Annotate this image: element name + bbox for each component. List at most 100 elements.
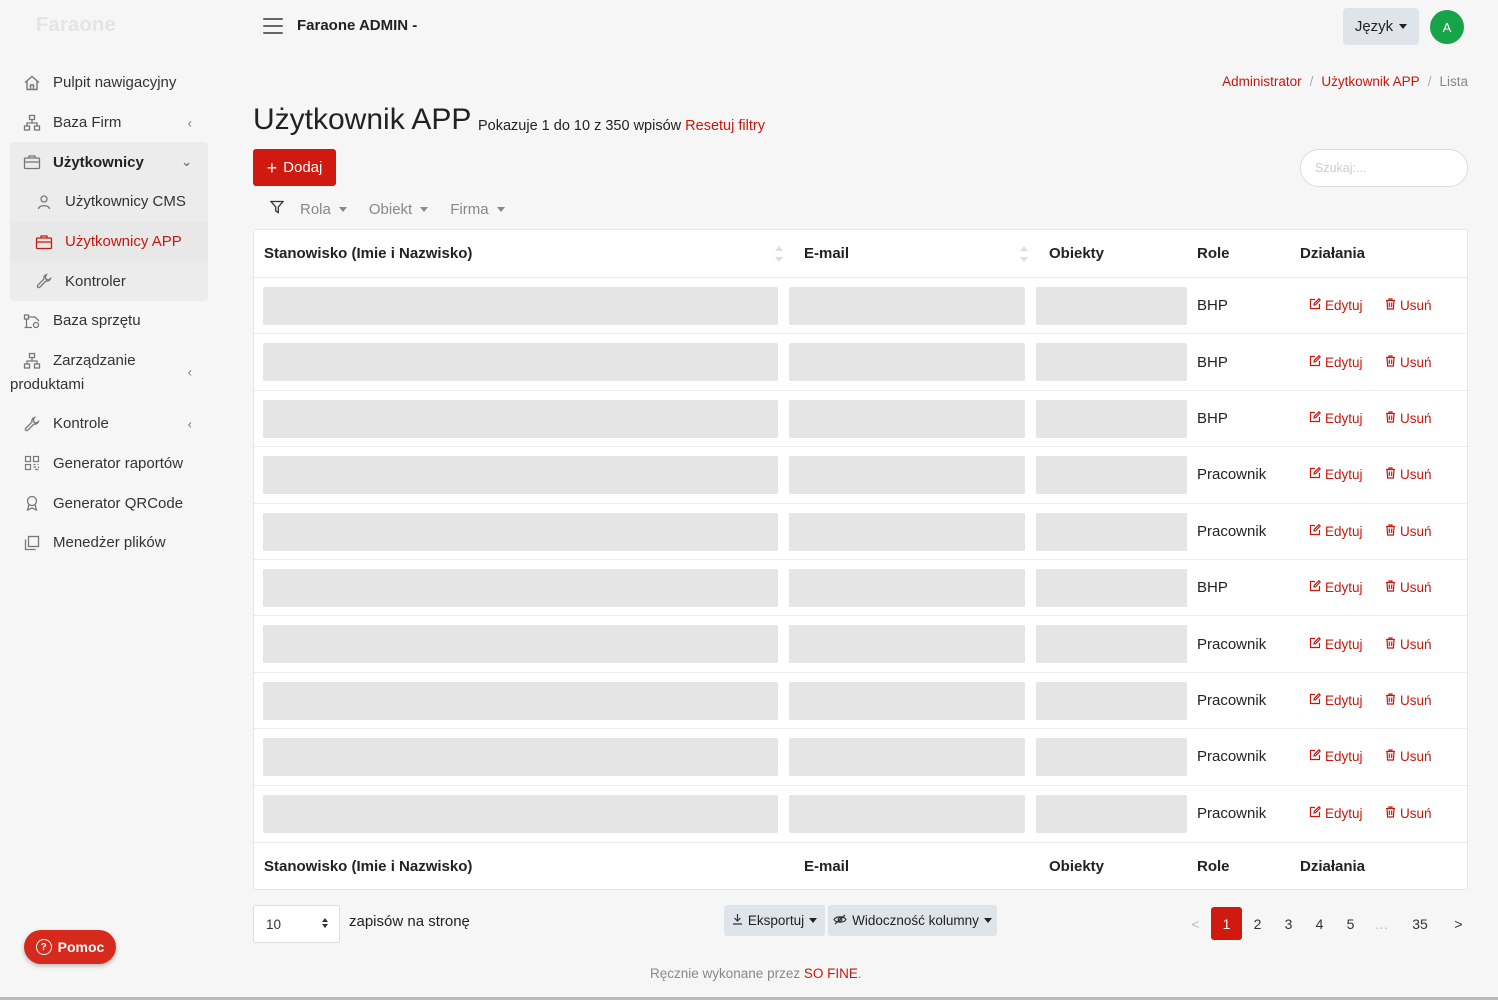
cell-objects-placeholder xyxy=(1036,568,1187,607)
column-header-roles: Role xyxy=(1197,245,1230,262)
table-footer: Stanowisko (Imie i Nazwisko) E-mail Obie… xyxy=(254,841,1467,890)
column-header-position[interactable]: Stanowisko (Imie i Nazwisko) xyxy=(264,230,472,277)
sidebar-item-files[interactable]: Menedżer plików xyxy=(10,523,208,563)
sidebar-item-equipment[interactable]: Baza sprzętu xyxy=(10,301,208,341)
cell-email-placeholder xyxy=(789,343,1025,382)
delete-label: Usuń xyxy=(1400,410,1432,426)
table-row: BHP Edytuj Usuń xyxy=(254,334,1467,391)
breadcrumb-separator: / xyxy=(1309,74,1314,89)
delete-label: Usuń xyxy=(1400,749,1432,765)
table-row: Pracownik Edytuj Usuń xyxy=(254,616,1467,673)
edit-icon xyxy=(1309,692,1322,708)
reset-filters-link[interactable]: Resetuj filtry xyxy=(685,118,765,134)
table-row: BHP Edytuj Usuń xyxy=(254,560,1467,617)
add-button[interactable]: + Dodaj xyxy=(253,149,336,186)
search-input[interactable] xyxy=(1300,149,1468,187)
caret-down-icon xyxy=(496,206,505,212)
trash-icon xyxy=(1385,467,1396,482)
sidebar-item-controller[interactable]: Kontroler xyxy=(10,261,208,301)
column-visibility-button[interactable]: Widoczność kolumny xyxy=(828,905,997,936)
filter-label: Firma xyxy=(450,200,489,218)
sidebar-item-controls[interactable]: Kontrole ‹ xyxy=(10,404,208,444)
column-header-objects: Obiekty xyxy=(1049,245,1105,262)
filter-company-dropdown[interactable]: Firma xyxy=(450,200,505,218)
per-page-select[interactable]: 10 xyxy=(253,905,340,943)
breadcrumb-item-user-app[interactable]: Użytkownik APP xyxy=(1321,74,1419,89)
delete-label: Usuń xyxy=(1400,298,1432,314)
cell-role: Pracownik xyxy=(1197,466,1267,484)
wrench-icon xyxy=(22,414,42,434)
edit-link[interactable]: Edytuj xyxy=(1309,616,1363,671)
pagination-page-4[interactable]: 4 xyxy=(1304,907,1335,940)
column-visibility-label: Widoczność kolumny xyxy=(852,913,979,928)
sidebar-item-dashboard[interactable]: Pulpit nawigacyjny xyxy=(10,63,208,103)
cell-email-placeholder xyxy=(789,512,1025,551)
sort-icon[interactable] xyxy=(1019,246,1029,262)
pagination-page-3[interactable]: 3 xyxy=(1273,907,1304,940)
cell-role: BHP xyxy=(1197,353,1228,371)
help-button[interactable]: ? Pomoc xyxy=(24,930,116,964)
edit-link[interactable]: Edytuj xyxy=(1309,278,1363,333)
delete-link[interactable]: Usuń xyxy=(1385,729,1432,784)
sidebar-item-companies[interactable]: Baza Firm ‹ xyxy=(10,103,208,143)
delete-label: Usuń xyxy=(1400,636,1432,652)
avatar[interactable]: A xyxy=(1430,10,1464,44)
edit-link[interactable]: Edytuj xyxy=(1309,504,1363,559)
delete-link[interactable]: Usuń xyxy=(1385,616,1432,671)
cell-role: BHP xyxy=(1197,409,1228,427)
footer-link[interactable]: SO FINE xyxy=(804,966,858,981)
delete-link[interactable]: Usuń xyxy=(1385,334,1432,389)
delete-link[interactable]: Usuń xyxy=(1385,560,1432,615)
delete-link[interactable]: Usuń xyxy=(1385,391,1432,446)
brand-logo[interactable]: Faraone xyxy=(36,14,116,37)
cell-position-placeholder xyxy=(263,512,778,551)
cell-position-placeholder xyxy=(263,738,778,777)
sidebar-item-label: Użytkownicy APP xyxy=(65,233,182,251)
pagination-prev[interactable]: < xyxy=(1180,907,1211,940)
sort-icon[interactable] xyxy=(774,246,784,262)
sidebar-item-users[interactable]: Użytkownicy ⌄ xyxy=(10,142,208,182)
delete-link[interactable]: Usuń xyxy=(1385,786,1432,842)
table-header: Stanowisko (Imie i Nazwisko) E-mail Obie… xyxy=(254,230,1467,278)
sidebar-item-products[interactable]: Zarządzanie produktami ‹ xyxy=(10,341,208,404)
pagination-page-2[interactable]: 2 xyxy=(1242,907,1273,940)
sidebar-nav: Pulpit nawigacyjny Baza Firm ‹ Użytkowni… xyxy=(10,63,208,563)
edit-link[interactable]: Edytuj xyxy=(1309,560,1363,615)
trash-icon xyxy=(1385,749,1396,764)
delete-link[interactable]: Usuń xyxy=(1385,504,1432,559)
sidebar-item-users-cms[interactable]: Użytkownicy CMS xyxy=(10,182,208,222)
export-label: Eksportuj xyxy=(747,913,805,928)
edit-link[interactable]: Edytuj xyxy=(1309,391,1363,446)
edit-icon xyxy=(1309,523,1322,539)
sitemap-icon xyxy=(22,113,42,133)
pagination-next[interactable]: > xyxy=(1443,907,1474,940)
pagination-page-5[interactable]: 5 xyxy=(1335,907,1366,940)
edit-link[interactable]: Edytuj xyxy=(1309,673,1363,728)
table-row: Pracownik Edytuj Usuń xyxy=(254,447,1467,504)
filter-object-dropdown[interactable]: Obiekt xyxy=(369,201,429,218)
filter-label: Rola xyxy=(300,200,331,218)
question-icon: ? xyxy=(35,939,52,955)
column-footer-position: Stanowisko (Imie i Nazwisko) xyxy=(264,857,473,875)
edit-label: Edytuj xyxy=(1325,580,1363,596)
edit-link[interactable]: Edytuj xyxy=(1309,729,1363,784)
pagination-page-last[interactable]: 35 xyxy=(1397,907,1443,940)
sidebar-item-reports[interactable]: Generator raportów xyxy=(10,444,208,484)
filter-role-dropdown[interactable]: Rola xyxy=(300,201,347,218)
language-dropdown[interactable]: Język xyxy=(1343,8,1419,45)
column-header-email[interactable]: E-mail xyxy=(804,230,849,277)
delete-link[interactable]: Usuń xyxy=(1385,447,1432,502)
sidebar-item-users-app[interactable]: Użytkownicy APP xyxy=(10,221,208,262)
sidebar-item-qrcode[interactable]: Generator QRCode xyxy=(10,483,208,523)
menu-toggle-icon[interactable] xyxy=(263,18,283,34)
pagination-page-1[interactable]: 1 xyxy=(1211,907,1242,940)
edit-link[interactable]: Edytuj xyxy=(1309,447,1363,502)
breadcrumb-item-administrator[interactable]: Administrator xyxy=(1222,74,1302,89)
edit-icon xyxy=(1309,636,1322,652)
delete-link[interactable]: Usuń xyxy=(1385,673,1432,728)
export-button[interactable]: Eksportuj xyxy=(724,905,825,936)
edit-link[interactable]: Edytuj xyxy=(1309,786,1363,842)
delete-label: Usuń xyxy=(1400,523,1432,539)
delete-link[interactable]: Usuń xyxy=(1385,278,1432,333)
edit-link[interactable]: Edytuj xyxy=(1309,334,1363,389)
